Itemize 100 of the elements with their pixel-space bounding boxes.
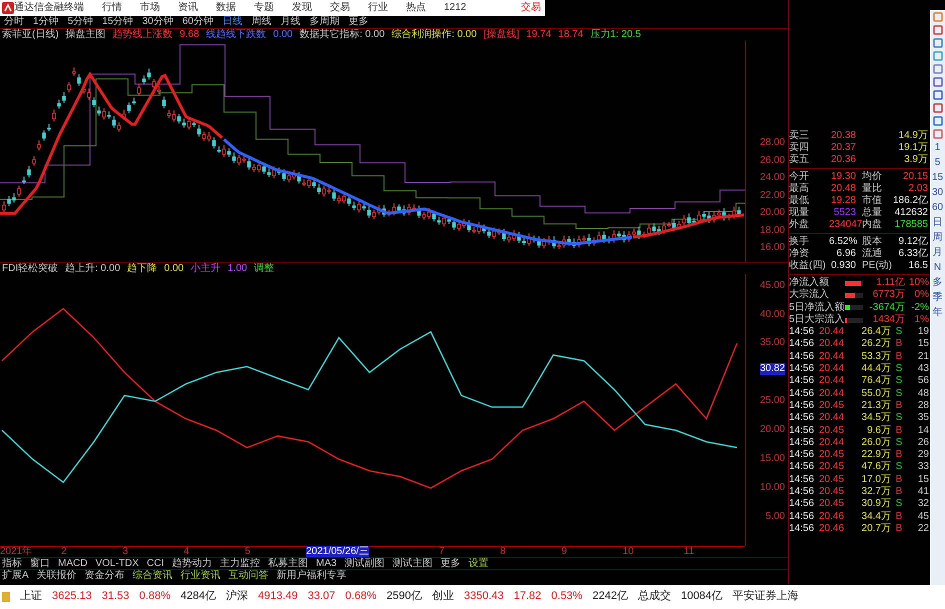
toolbar-square-icon[interactable] <box>932 12 942 22</box>
tick-price: 20.44 <box>819 436 846 450</box>
period-tab[interactable]: 分时 <box>4 16 24 28</box>
period-button[interactable]: 季 <box>932 292 942 304</box>
tick-side: B <box>894 338 904 351</box>
period-tab[interactable]: 月线 <box>280 16 300 28</box>
period-button[interactable]: 30 <box>932 187 944 199</box>
period-tab[interactable]: 15分钟 <box>102 16 134 28</box>
indicator-tab[interactable]: VOL-TDX <box>95 558 139 570</box>
tick-count: 41 <box>916 486 929 498</box>
indicator-tab[interactable]: 互动问答 <box>228 570 269 582</box>
indicator-tab[interactable]: 设置 <box>468 558 489 570</box>
toolbar-square-icon[interactable] <box>932 64 942 74</box>
period-button[interactable]: 1 <box>934 142 940 154</box>
indicator-tab[interactable]: 扩展A <box>2 570 29 582</box>
tick-time: 14:56 <box>789 449 816 462</box>
period-button[interactable]: 月 <box>932 247 942 259</box>
period-tab[interactable]: 5分钟 <box>68 16 94 28</box>
toolbar-square-icon[interactable] <box>932 77 942 87</box>
toolbar-square-icon[interactable] <box>932 103 942 113</box>
indicator-tab[interactable]: 测试副图 <box>344 558 385 570</box>
tick-volume: 26.2万 <box>860 338 891 351</box>
period-button[interactable]: 日 <box>932 217 942 229</box>
period-button[interactable]: 年 <box>932 307 942 319</box>
tick-volume: 26.4万 <box>860 326 891 338</box>
date-label: 11 <box>684 546 696 558</box>
axis-label: 40.00 <box>760 308 785 320</box>
indicator-tab[interactable]: 主力监控 <box>220 558 260 570</box>
period-button[interactable]: N <box>934 262 942 274</box>
quote-value: 6.52% <box>829 236 858 248</box>
period-button[interactable]: 60 <box>932 202 944 214</box>
tick-volume: 32.7万 <box>860 486 891 498</box>
tick-price: 20.44 <box>819 350 846 364</box>
tick-side: S <box>894 498 904 511</box>
tick-volume: 22.9万 <box>860 449 891 462</box>
indicator-tab[interactable]: MA3 <box>316 558 337 570</box>
status-text: 上证 <box>20 590 42 604</box>
quote-label: 卖五 <box>789 154 810 166</box>
quote-value: 412632 <box>894 207 929 219</box>
menu-item[interactable]: 交易 <box>330 2 350 14</box>
axis-label: 20.00 <box>760 207 785 220</box>
menu-item[interactable]: 热点 <box>406 2 426 14</box>
menu-item[interactable]: 市场 <box>140 2 160 14</box>
period-tab[interactable]: 多周期 <box>310 16 340 28</box>
flow-label: 5日净流入额 <box>789 302 845 314</box>
period-button[interactable]: 多 <box>932 277 942 289</box>
period-tab[interactable]: 30分钟 <box>142 16 174 28</box>
tick-count: 14 <box>916 424 929 437</box>
legend-text: 18.74 <box>558 29 584 41</box>
tick-side: S <box>894 436 904 450</box>
toolbar-square-icon[interactable] <box>932 116 942 126</box>
toolbar-square-icon[interactable] <box>932 90 942 100</box>
menu-item[interactable]: 1212 <box>444 2 466 14</box>
indicator-tab[interactable]: 测试主图 <box>392 558 433 570</box>
indicator-tab[interactable]: 行业资讯 <box>180 570 221 582</box>
tick-volume: 26.0万 <box>860 436 891 450</box>
indicator-tab[interactable]: 关联报价 <box>36 570 77 582</box>
status-text: 4284亿 <box>180 590 216 604</box>
toolbar-square-icon[interactable] <box>932 25 942 35</box>
menu-item[interactable]: 行业 <box>368 2 388 14</box>
indicator-tab[interactable]: MACD <box>58 558 88 570</box>
flow-share: 1% <box>914 314 929 326</box>
indicator-tab[interactable]: 综合资讯 <box>132 570 173 582</box>
indicator-tab[interactable]: 更多 <box>440 558 461 570</box>
quote-label: 换手 <box>789 236 810 248</box>
period-tab[interactable]: 周线 <box>252 16 272 28</box>
menu-item[interactable]: 数据 <box>216 2 236 14</box>
tick-price: 20.45 <box>819 498 846 511</box>
toolbar-square-icon[interactable] <box>932 38 942 48</box>
tick-price: 20.44 <box>819 326 846 338</box>
tick-price: 20.44 <box>819 388 846 400</box>
legend-text: 线趋线下跌数 <box>206 29 266 41</box>
status-text: 2242亿 <box>592 590 628 604</box>
period-tab[interactable]: 更多 <box>348 16 368 28</box>
menu-item[interactable]: 行情 <box>102 2 122 14</box>
legend-text: 调整 <box>254 262 274 274</box>
indicator-tab[interactable]: 新用户福利专享 <box>276 570 347 582</box>
period-button[interactable]: 5 <box>934 157 940 169</box>
tick-time: 14:56 <box>789 486 816 498</box>
period-button[interactable]: 15 <box>932 172 944 184</box>
tick-volume: 17.0万 <box>860 474 891 486</box>
tick-price: 20.46 <box>819 510 846 523</box>
period-tab[interactable]: 日线 <box>222 16 242 28</box>
indicator-tab[interactable]: 资金分布 <box>84 570 125 582</box>
toolbar-square-icon[interactable] <box>932 51 942 61</box>
indicator-tab[interactable]: 窗口 <box>30 558 50 570</box>
period-button[interactable]: 周 <box>932 232 942 244</box>
toolbar-square-icon[interactable] <box>932 129 942 139</box>
trade-link[interactable]: 交易 <box>521 2 541 14</box>
period-tab[interactable]: 60分钟 <box>182 16 214 28</box>
indicator-tab[interactable]: 指标 <box>2 558 22 570</box>
menu-item[interactable]: 发现 <box>292 2 312 14</box>
menu-item[interactable]: 专题 <box>254 2 274 14</box>
indicator-tab[interactable]: 私募主图 <box>268 558 308 570</box>
menu-item[interactable]: 资讯 <box>178 2 198 14</box>
tick-count: 33 <box>916 461 929 474</box>
indicator-tab[interactable]: CCI <box>146 558 164 570</box>
indicator-tab[interactable]: 趋势动力 <box>172 558 212 570</box>
period-tab[interactable]: 1分钟 <box>33 16 59 28</box>
legend-text: 趋下降 <box>127 262 158 274</box>
